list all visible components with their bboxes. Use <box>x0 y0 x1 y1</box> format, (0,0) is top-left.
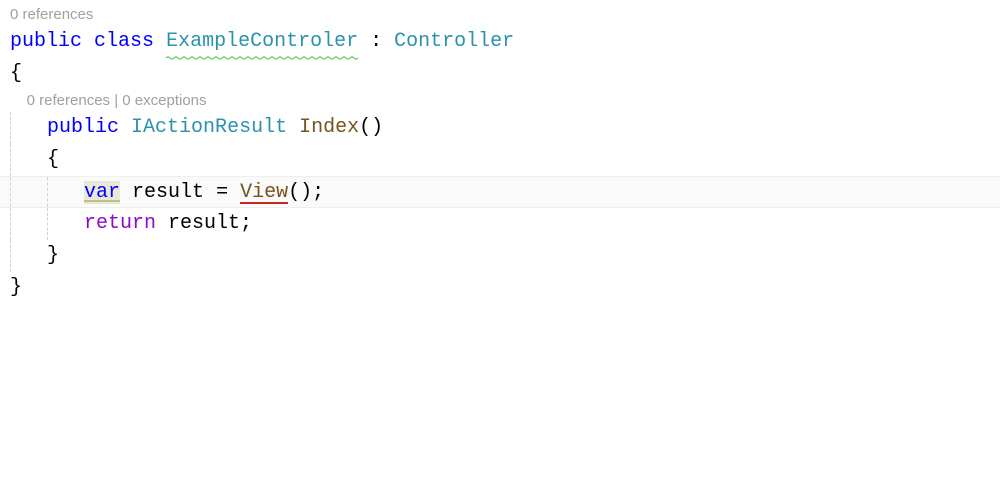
codelens-class[interactable]: 0 references <box>0 4 1000 26</box>
error-underline: View <box>240 181 288 204</box>
keyword-public: public <box>10 30 82 53</box>
keyword-public: public <box>47 116 119 139</box>
code-line-method-decl[interactable]: public IActionResult Index() <box>0 112 1000 144</box>
type-name-base: Controller <box>394 30 514 53</box>
code-line-open-brace[interactable]: { <box>0 58 1000 90</box>
code-line-var-decl[interactable]: var result = View(); <box>0 176 1000 208</box>
brace-open: { <box>47 148 59 171</box>
codelens-method[interactable]: 0 references | 0 exceptions <box>0 90 1000 112</box>
keyword-class: class <box>94 30 154 53</box>
brace-open: { <box>10 62 22 85</box>
var-highlight: var <box>84 181 120 204</box>
type-return: IActionResult <box>131 116 287 139</box>
keyword-return: return <box>84 212 156 235</box>
code-line-class-decl[interactable]: public class ExampleControler : Controll… <box>0 26 1000 58</box>
code-line-return[interactable]: return result; <box>0 208 1000 240</box>
method-call-view: View <box>240 181 288 204</box>
keyword-var: var <box>84 181 120 204</box>
type-name-class-squiggly: ExampleControler <box>166 26 358 58</box>
code-line-method-close-brace[interactable]: } <box>0 240 1000 272</box>
brace-close: } <box>10 276 22 299</box>
code-line-class-close-brace[interactable]: } <box>0 272 1000 304</box>
code-line-method-open-brace[interactable]: { <box>0 144 1000 176</box>
type-name-class: ExampleControler <box>166 30 358 53</box>
brace-close: } <box>47 244 59 267</box>
colon: : <box>358 30 394 53</box>
method-name: Index <box>299 116 359 139</box>
